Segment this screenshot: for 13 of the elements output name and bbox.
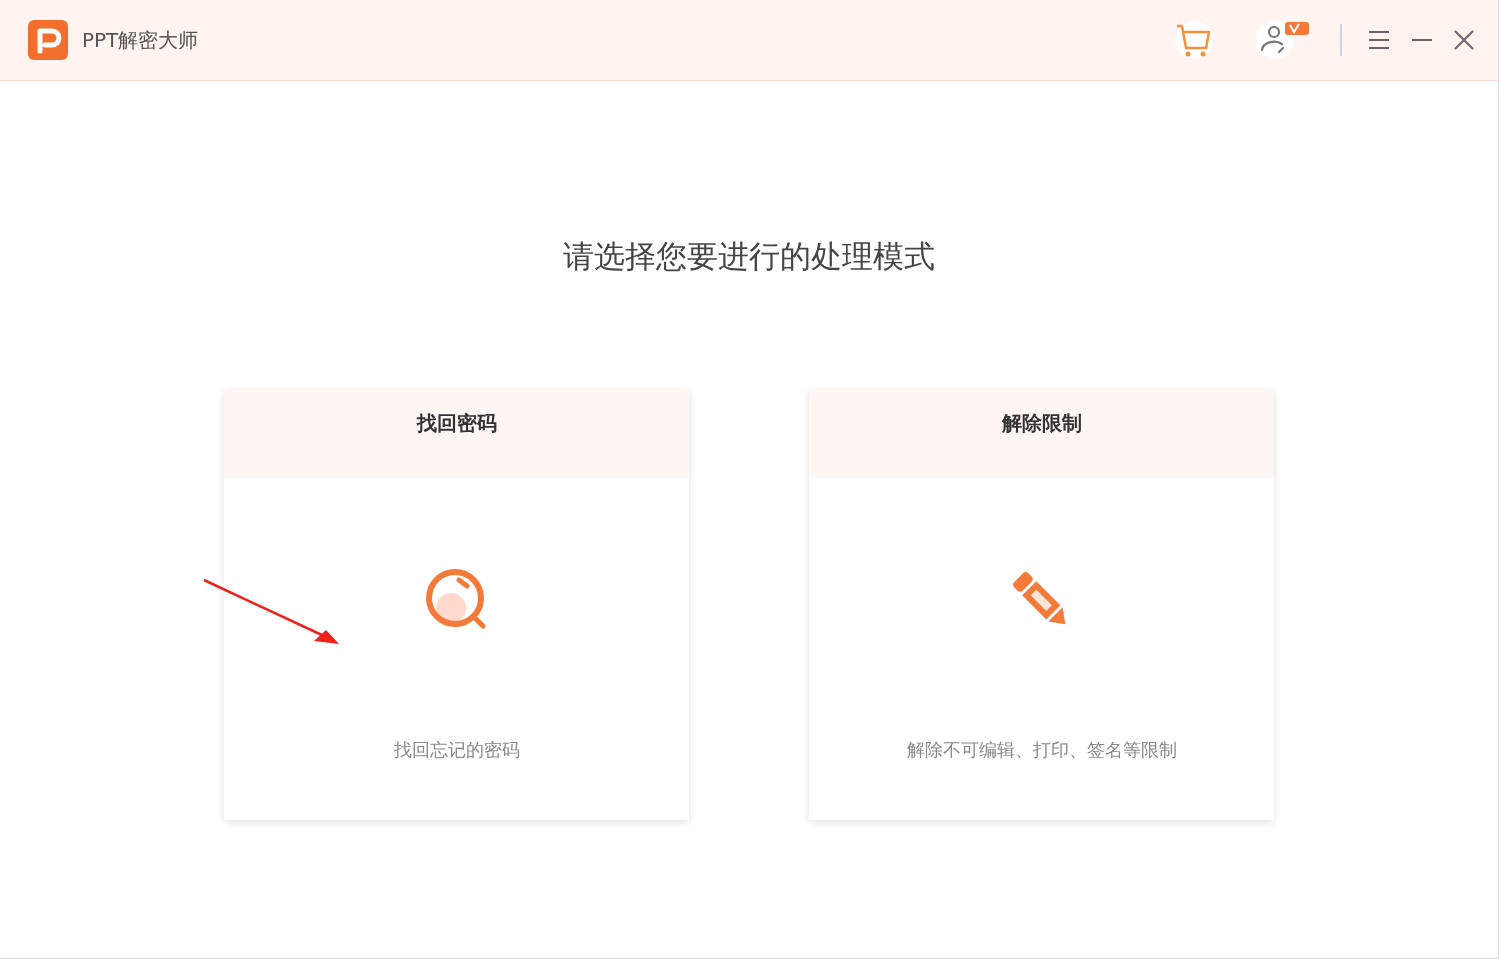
app-logo-icon — [28, 20, 68, 60]
minimize-icon[interactable] — [1412, 38, 1432, 42]
page-heading: 请选择您要进行的处理模式 — [563, 237, 935, 276]
window-title: PPT解密大师 — [82, 26, 199, 54]
close-icon[interactable] — [1454, 30, 1474, 50]
card-description: 解除不可编辑、打印、签名等限制 — [906, 738, 1177, 762]
mode-card[interactable]: 找回密码 找回忘记的密码 — [224, 390, 689, 820]
user-account-icon[interactable] — [1254, 20, 1312, 60]
menu-icon[interactable] — [1368, 30, 1390, 50]
mode-card[interactable]: 解除限制 解除不可编辑、打印、签名等限制 — [809, 390, 1274, 820]
card-description: 找回忘记的密码 — [393, 738, 520, 762]
card-title: 解除限制 — [1001, 410, 1082, 437]
card-title: 找回密码 — [416, 410, 497, 437]
